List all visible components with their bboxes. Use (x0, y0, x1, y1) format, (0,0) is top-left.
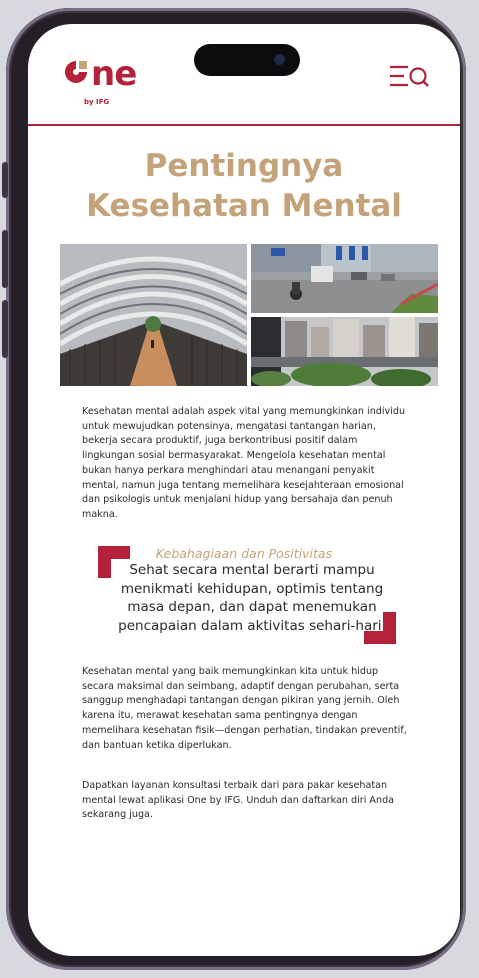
logo-mark-icon (62, 55, 90, 83)
paragraph-cta: Dapatkan layanan konsultasi terbaik dari… (82, 780, 395, 821)
bridge-photo (60, 244, 247, 386)
logo-text: ne (91, 54, 137, 94)
title-line-1: Pentingnya (144, 148, 344, 184)
paragraph-body: Kesehatan mental yang baik memungkinkan … (82, 666, 407, 751)
phone-screen: ne by IFG Pentingnya Kesehatan Mental Ke… (28, 24, 460, 956)
page-title: Pentingnya Kesehatan Mental (28, 146, 460, 226)
phone-volume-down-button (2, 300, 8, 358)
quote-heading: Kebahagiaan dan Positivitas (155, 546, 333, 561)
phone-volume-up-button (2, 230, 8, 288)
city-aerial-photo (251, 317, 438, 386)
menu-search-icon[interactable] (388, 64, 432, 90)
quote-bracket-bottom-right-icon (364, 612, 396, 648)
title-line-2: Kesehatan Mental (86, 188, 402, 224)
camera-icon (274, 54, 285, 65)
phone-side-button (2, 162, 8, 198)
dynamic-island (194, 44, 300, 76)
app-logo[interactable]: ne (62, 54, 137, 94)
street-traffic-photo (251, 244, 438, 313)
quote-text: Sehat secara mental berarti mampu menikm… (118, 562, 386, 634)
paragraph-intro: Kesehatan mental adalah aspek vital yang… (82, 406, 406, 520)
logo-subtitle: by IFG (84, 98, 110, 106)
